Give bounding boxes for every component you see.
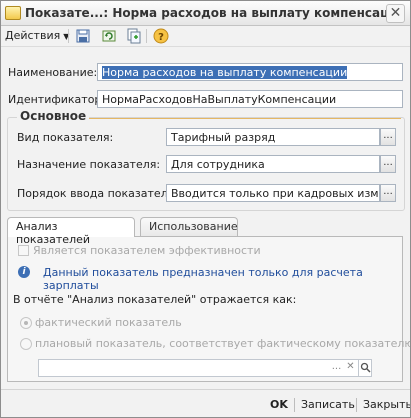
toolbar-separator	[146, 29, 147, 43]
clear-icon: ✕	[346, 361, 355, 372]
combo-select-button[interactable]: ...	[330, 359, 343, 377]
combo-clear-button[interactable]: ✕	[344, 359, 357, 377]
info-message: Данный показатель предназначен только дл…	[43, 266, 363, 292]
input-order-field[interactable]: Вводится только при кадровых изменени	[166, 184, 380, 202]
main-group-title: Основное	[17, 109, 90, 123]
ok-button[interactable]: OK	[270, 398, 288, 411]
info-icon: i	[18, 266, 30, 278]
group-divider	[69, 118, 401, 119]
tab-indicator-analysis[interactable]: Анализ показателей	[7, 217, 135, 246]
help-icon[interactable]: ?	[153, 28, 169, 44]
save-write-icon[interactable]	[75, 28, 91, 44]
indicator-kind-select-button[interactable]: ...	[380, 128, 396, 146]
indicator-purpose-field[interactable]: Для сотрудника	[166, 155, 380, 173]
identifier-field[interactable]: НормаРасходовНаВыплатуКомпенсации	[97, 90, 403, 108]
actions-label: Действия	[5, 29, 61, 42]
name-field[interactable]: Норма расходов на выплату компенсации	[97, 63, 403, 81]
svg-text:?: ?	[158, 32, 164, 43]
name-value: Норма расходов на выплату компенсации	[102, 66, 348, 79]
report-caption: В отчёте "Анализ показателей" отражается…	[13, 293, 297, 306]
radio-actual-label: фактический показатель	[35, 316, 182, 329]
toolbar: Действия ▼ ?	[1, 26, 410, 47]
close-button[interactable]: Закрыть	[363, 398, 410, 411]
indicator-purpose-label: Назначение показателя:	[17, 158, 161, 171]
actual-indicator-combo[interactable]	[38, 359, 372, 377]
name-label: Наименование:	[8, 66, 98, 79]
radio-actual-indicator[interactable]	[20, 317, 32, 329]
identifier-label: Идентификатор:	[8, 93, 106, 106]
write-button[interactable]: Записать	[301, 398, 355, 411]
input-order-select-button[interactable]: ...	[380, 184, 396, 202]
reread-icon[interactable]	[101, 28, 117, 44]
indicator-kind-label: Вид показателя:	[17, 131, 114, 144]
form-icon	[5, 6, 21, 20]
title-bar: Показате...: Норма расходов на выплату к…	[1, 1, 410, 26]
command-bar: OK Записать Закрыть	[1, 389, 410, 417]
indicator-purpose-select-button[interactable]: ...	[380, 155, 396, 173]
window-title: Показате...: Норма расходов на выплату к…	[25, 6, 406, 20]
indicator-kind-field[interactable]: Тарифный разряд	[166, 128, 380, 146]
radio-planned-label: плановый показатель, соответствует факти…	[35, 337, 411, 350]
bottom-separator	[356, 398, 357, 412]
search-icon	[360, 362, 371, 373]
efficiency-checkbox[interactable]	[18, 245, 29, 256]
radio-planned-indicator[interactable]	[20, 338, 32, 350]
bottom-separator	[294, 398, 295, 412]
actions-menu[interactable]: Действия ▼	[5, 29, 69, 42]
form-window: Показате...: Норма расходов на выплату к…	[0, 0, 411, 418]
combo-search-button[interactable]	[358, 359, 371, 377]
toolbar-separator	[68, 29, 69, 43]
close-window-button[interactable]: ✕	[386, 4, 405, 23]
copy-icon[interactable]	[125, 28, 141, 44]
tab-usage[interactable]: Использование	[140, 217, 238, 236]
input-order-label: Порядок ввода показателя:	[17, 187, 179, 200]
